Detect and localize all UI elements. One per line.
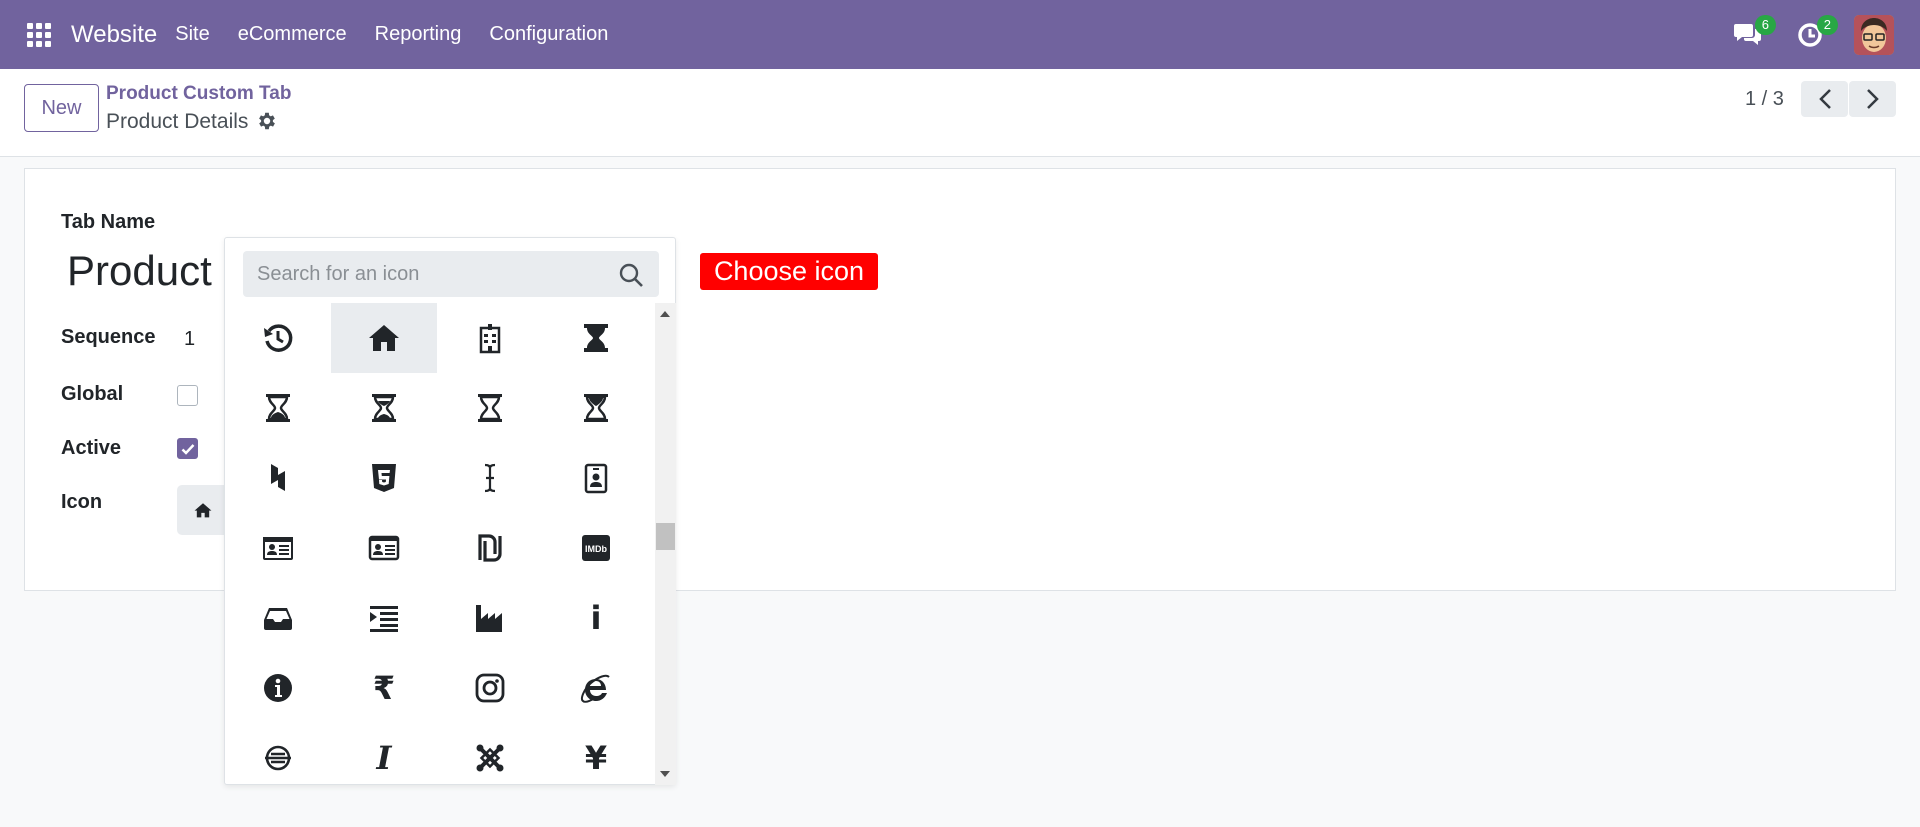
home-icon[interactable] [331, 303, 437, 373]
hourglass-half-icon[interactable] [331, 373, 437, 443]
indent-icon[interactable] [331, 583, 437, 653]
menu-ecommerce[interactable]: eCommerce [238, 23, 347, 46]
search-icon[interactable] [618, 262, 644, 288]
pager-next-button[interactable] [1849, 81, 1896, 117]
imdb-text: IMDb [585, 544, 607, 554]
html5-icon[interactable] [331, 443, 437, 513]
rupee-glyph: ₹ [372, 669, 396, 707]
id-card-icon[interactable] [225, 513, 331, 583]
chevron-right-icon [1866, 89, 1879, 109]
italic-glyph: I [376, 739, 392, 777]
hourglass-end-icon[interactable] [225, 373, 331, 443]
hourglass-o-icon[interactable] [437, 373, 543, 443]
home-icon [194, 503, 212, 518]
global-label: Global [61, 383, 124, 405]
sequence-input[interactable]: 1 [184, 328, 195, 351]
hourglass-start-icon[interactable] [543, 373, 649, 443]
id-badge-icon[interactable] [543, 443, 649, 513]
checkmark-icon [181, 443, 194, 455]
sequence-label: Sequence [61, 326, 156, 348]
hourglass-icon[interactable] [543, 303, 649, 373]
i-cursor-icon[interactable] [437, 443, 543, 513]
icon-picker-dropdown: IMDb i ₹ I [224, 237, 676, 785]
active-label: Active [61, 437, 122, 459]
inbox-icon[interactable] [225, 583, 331, 653]
info-glyph: i [590, 599, 602, 637]
user-avatar[interactable] [1854, 14, 1894, 55]
control-panel: New Product Custom Tab Product Details 1… [0, 69, 1920, 157]
active-checkbox[interactable] [177, 438, 198, 459]
icon-grid: IMDb i ₹ I ¥ [225, 303, 655, 785]
intersex-icon[interactable] [225, 723, 331, 785]
inr-icon[interactable]: ₹ [331, 653, 437, 723]
id-card-o-icon[interactable] [331, 513, 437, 583]
icon-label: Icon [61, 491, 103, 513]
info-circle-icon[interactable] [225, 653, 331, 723]
top-navbar: Website Site eCommerce Reporting Configu… [0, 0, 1920, 69]
internet-explorer-icon[interactable] [543, 653, 649, 723]
apps-menu-icon[interactable] [27, 22, 51, 47]
scroll-up-arrow-icon[interactable] [660, 311, 670, 317]
scroll-down-arrow-icon[interactable] [660, 771, 670, 777]
menu-site[interactable]: Site [175, 23, 209, 46]
tab-name-label: Tab Name [61, 211, 156, 233]
hospital-icon[interactable] [437, 303, 543, 373]
houzz-icon[interactable] [225, 443, 331, 513]
ils-icon[interactable] [437, 513, 543, 583]
pager-value[interactable]: 1 / 3 [1745, 88, 1784, 111]
menu-reporting[interactable]: Reporting [375, 23, 462, 46]
activities-button[interactable]: 2 [1792, 14, 1838, 53]
icon-selector-field[interactable] [177, 485, 229, 535]
info-icon[interactable]: i [543, 583, 649, 653]
chevron-left-icon [1818, 89, 1831, 109]
new-button[interactable]: New [24, 84, 99, 132]
italic-icon[interactable]: I [331, 723, 437, 785]
navbar-systray: 6 2 [1730, 0, 1920, 69]
instagram-icon[interactable] [437, 653, 543, 723]
messages-badge: 6 [1754, 14, 1776, 35]
activities-badge: 2 [1816, 14, 1838, 35]
avatar-image [1854, 14, 1894, 55]
joomla-icon[interactable] [437, 723, 543, 785]
imdb-icon[interactable]: IMDb [543, 513, 649, 583]
pager-previous-button[interactable] [1801, 81, 1848, 117]
icon-picker-scrollbar[interactable] [655, 303, 676, 785]
breadcrumb-current: Product Details [106, 110, 249, 133]
tab-name-input[interactable]: Product [67, 247, 212, 295]
app-brand[interactable]: Website [71, 21, 157, 49]
jpy-icon[interactable]: ¥ [543, 723, 649, 785]
icon-search-input[interactable] [243, 251, 659, 297]
choose-icon-callout: Choose icon [700, 253, 878, 290]
gear-icon[interactable] [256, 110, 278, 132]
global-checkbox[interactable] [177, 385, 198, 406]
industry-icon[interactable] [437, 583, 543, 653]
scrollbar-thumb[interactable] [656, 523, 675, 550]
messages-button[interactable]: 6 [1730, 14, 1776, 53]
menu-configuration[interactable]: Configuration [489, 23, 608, 46]
yen-glyph: ¥ [584, 739, 608, 777]
history-icon[interactable] [225, 303, 331, 373]
breadcrumb-parent[interactable]: Product Custom Tab [106, 83, 291, 105]
